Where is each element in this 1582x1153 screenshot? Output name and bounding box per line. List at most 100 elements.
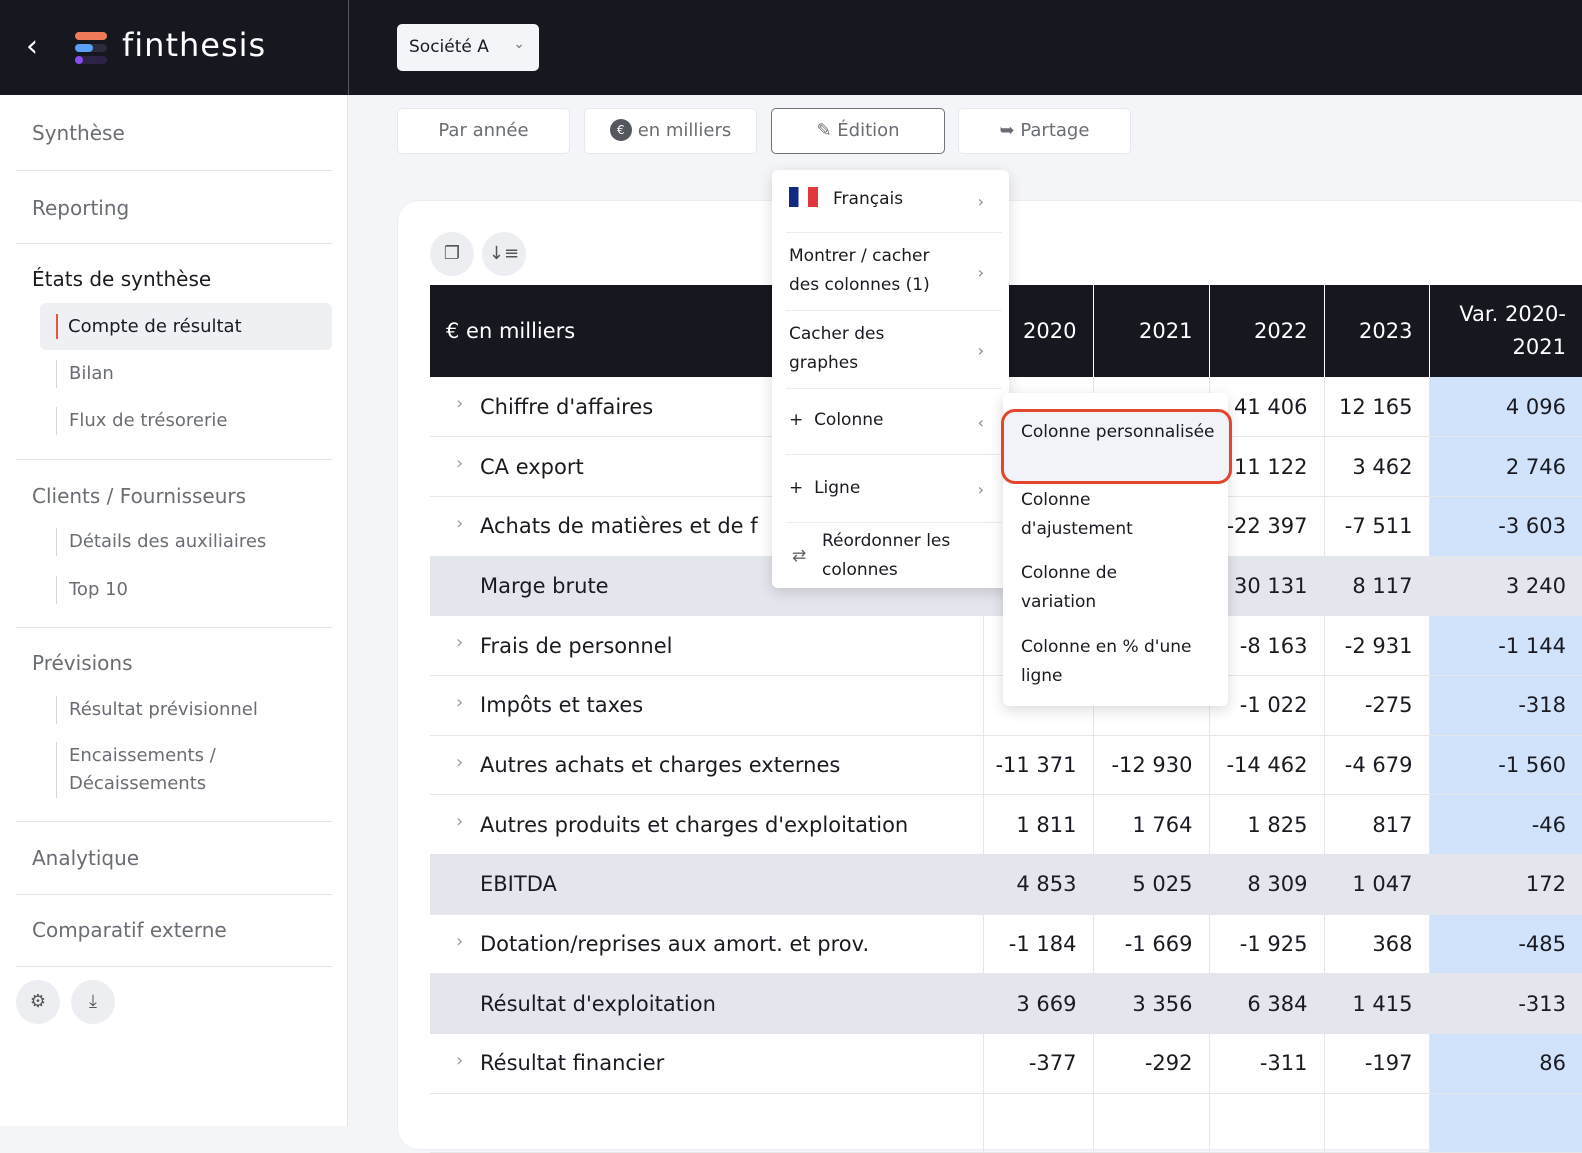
submenu-item-adjustment-column[interactable]: Colonne d'ajustement	[1003, 486, 1228, 556]
value-cell	[982, 1093, 1093, 1153]
edition-menu: Français › Montrer / cacher des colonnes …	[772, 170, 1009, 588]
period-button[interactable]: Par année	[397, 108, 570, 154]
row-label-cell: EBITDA	[430, 854, 983, 915]
unit-label: en milliers	[637, 120, 732, 141]
chevron-down-icon: ⌄	[513, 36, 525, 52]
sort-icon[interactable]: ↓≡	[482, 232, 526, 276]
settings-gear-icon[interactable]: ⚙	[16, 980, 60, 1024]
sidebar-item-analytique[interactable]: Analytique	[32, 846, 139, 870]
french-flag-icon	[789, 187, 818, 207]
table-row[interactable]: › Autres achats et charges externes -11 37…	[430, 735, 1582, 796]
sidebar-item-etats[interactable]: États de synthèse	[32, 267, 211, 291]
table-row[interactable]: › Résultat financier -377 -292 -311 -197 86	[430, 1033, 1582, 1094]
column-header: Var. 2020-2021	[1428, 285, 1582, 377]
sidebar-item-encaissements[interactable]: Encaissements / Décaissements	[56, 742, 236, 798]
row-label: CA export	[480, 454, 584, 479]
sidebar-item-synthese[interactable]: Synthèse	[32, 121, 125, 145]
value-cell: 1 811	[982, 794, 1093, 855]
sidebar-item-clients[interactable]: Clients / Fournisseurs	[32, 484, 246, 508]
expand-chevron-icon[interactable]: ›	[456, 811, 463, 832]
value-cell: -292	[1092, 1033, 1209, 1094]
row-label-cell	[430, 1093, 983, 1153]
value-cell: 3 240	[1428, 556, 1582, 617]
subtotal-row[interactable]: Résultat d'exploitation 3 669 3 356 6 384 1 …	[430, 973, 1582, 1035]
row-label: Autres achats et charges externes	[480, 752, 841, 777]
sidebar-section-comparatif: Comparatif externe	[16, 895, 332, 967]
value-cell: -4 679	[1323, 735, 1429, 796]
value-cell: -1 669	[1092, 914, 1209, 975]
sidebar-item-flux[interactable]: Flux de trésorerie	[56, 407, 227, 435]
sidebar-item-auxiliaires[interactable]: Détails des auxiliaires	[56, 528, 266, 556]
expand-chevron-icon[interactable]: ›	[456, 1050, 463, 1071]
divider	[348, 0, 349, 95]
row-label: Résultat d'exploitation	[480, 991, 716, 1016]
sidebar-section-reporting: Reporting	[16, 171, 332, 244]
sidebar-section-previsions: Prévisions Résultat prévisionnel Encaiss…	[16, 628, 332, 822]
table-row[interactable]: › Dotation/reprises aux amort. et prov. -1…	[430, 914, 1582, 975]
expand-chevron-icon[interactable]: ›	[456, 513, 463, 534]
row-label: Marge brute	[480, 573, 609, 598]
back-icon[interactable]: ‹	[26, 30, 38, 64]
value-cell: 3 356	[1092, 973, 1209, 1035]
menu-item-add-column[interactable]: + Colonne ‹	[786, 389, 1002, 455]
company-name: Société A	[409, 37, 489, 57]
menu-item-language[interactable]: Français ›	[786, 170, 1002, 233]
table-row[interactable]	[430, 1093, 1582, 1153]
column-header: 2023	[1323, 285, 1429, 377]
sidebar: Synthèse Reporting États de synthèse Com…	[0, 95, 348, 1126]
expand-chevron-icon[interactable]: ›	[456, 632, 463, 653]
sidebar-section-analytique: Analytique	[16, 822, 332, 895]
sidebar-item-compte-de-resultat[interactable]: Compte de résultat	[40, 303, 332, 350]
submenu-item-percent-column[interactable]: Colonne en % d'une ligne	[1003, 633, 1228, 703]
subtotal-row[interactable]: EBITDA 4 853 5 025 8 309 1 047 172	[430, 854, 1582, 915]
company-selector[interactable]: Société A ⌄	[397, 24, 539, 71]
add-column-label: Colonne	[814, 410, 884, 430]
value-cell: 12 165	[1323, 377, 1429, 438]
expand-chevron-icon[interactable]: ›	[456, 752, 463, 773]
row-label-cell: › Autres achats et charges externes	[430, 735, 983, 796]
sidebar-section-clients: Clients / Fournisseurs Détails des auxil…	[16, 460, 332, 628]
value-cell: -46	[1428, 794, 1582, 855]
menu-item-hide-graphs[interactable]: Cacher des graphes ›	[786, 311, 1002, 389]
expand-chevron-icon[interactable]: ›	[456, 692, 463, 713]
value-cell	[1428, 1093, 1582, 1153]
finthesis-logo-icon	[75, 32, 107, 64]
sidebar-item-reporting[interactable]: Reporting	[32, 196, 129, 220]
expand-chevron-icon[interactable]: ›	[456, 453, 463, 474]
value-cell: -313	[1428, 973, 1582, 1035]
value-cell: 6 384	[1208, 973, 1324, 1035]
pencil-icon: ✎	[816, 120, 838, 141]
share-button[interactable]: ➥ Partage	[958, 108, 1131, 154]
chevron-right-icon: ›	[977, 340, 984, 360]
menu-item-add-row[interactable]: + Ligne ›	[786, 455, 1002, 523]
value-cell: 4 853	[982, 854, 1093, 915]
sidebar-item-resultat-previsionnel[interactable]: Résultat prévisionnel	[56, 696, 258, 724]
expand-chevron-icon[interactable]: ›	[456, 931, 463, 952]
expand-chevron-icon[interactable]: ›	[456, 393, 463, 414]
add-row-label: Ligne	[814, 478, 861, 498]
edition-button[interactable]: ✎ Édition	[771, 108, 945, 154]
unit-button[interactable]: € en milliers	[584, 108, 757, 154]
submenu-item-variation-column[interactable]: Colonne de variation	[1003, 559, 1228, 629]
value-cell: -14 462	[1208, 735, 1324, 796]
value-cell	[1092, 1093, 1209, 1153]
value-cell: -1 560	[1428, 735, 1582, 796]
sidebar-item-bilan[interactable]: Bilan	[56, 360, 114, 388]
plus-icon: +	[789, 410, 815, 430]
chevron-right-icon: ›	[977, 479, 984, 499]
menu-item-reorder-columns[interactable]: ⇄ Réordonner les colonnes	[772, 527, 1009, 587]
edition-label: Édition	[837, 120, 900, 141]
value-cell: -1 184	[982, 914, 1093, 975]
reorder-label: Réordonner les colonnes	[822, 531, 951, 580]
sidebar-item-previsions[interactable]: Prévisions	[32, 651, 133, 675]
sidebar-item-top10[interactable]: Top 10	[56, 576, 128, 604]
value-cell	[1208, 1093, 1324, 1153]
menu-item-show-hide-columns[interactable]: Montrer / cacher des colonnes (1) ›	[786, 233, 1002, 311]
table-row[interactable]: › Autres produits et charges d'exploitati…	[430, 794, 1582, 855]
download-icon[interactable]: ⤓	[71, 980, 115, 1024]
sidebar-item-comparatif[interactable]: Comparatif externe	[32, 918, 227, 942]
value-cell: -3 603	[1428, 496, 1582, 557]
value-cell: 3 462	[1323, 436, 1429, 497]
copy-icon[interactable]: ❐	[430, 232, 474, 276]
chevron-right-icon: ›	[977, 192, 984, 211]
